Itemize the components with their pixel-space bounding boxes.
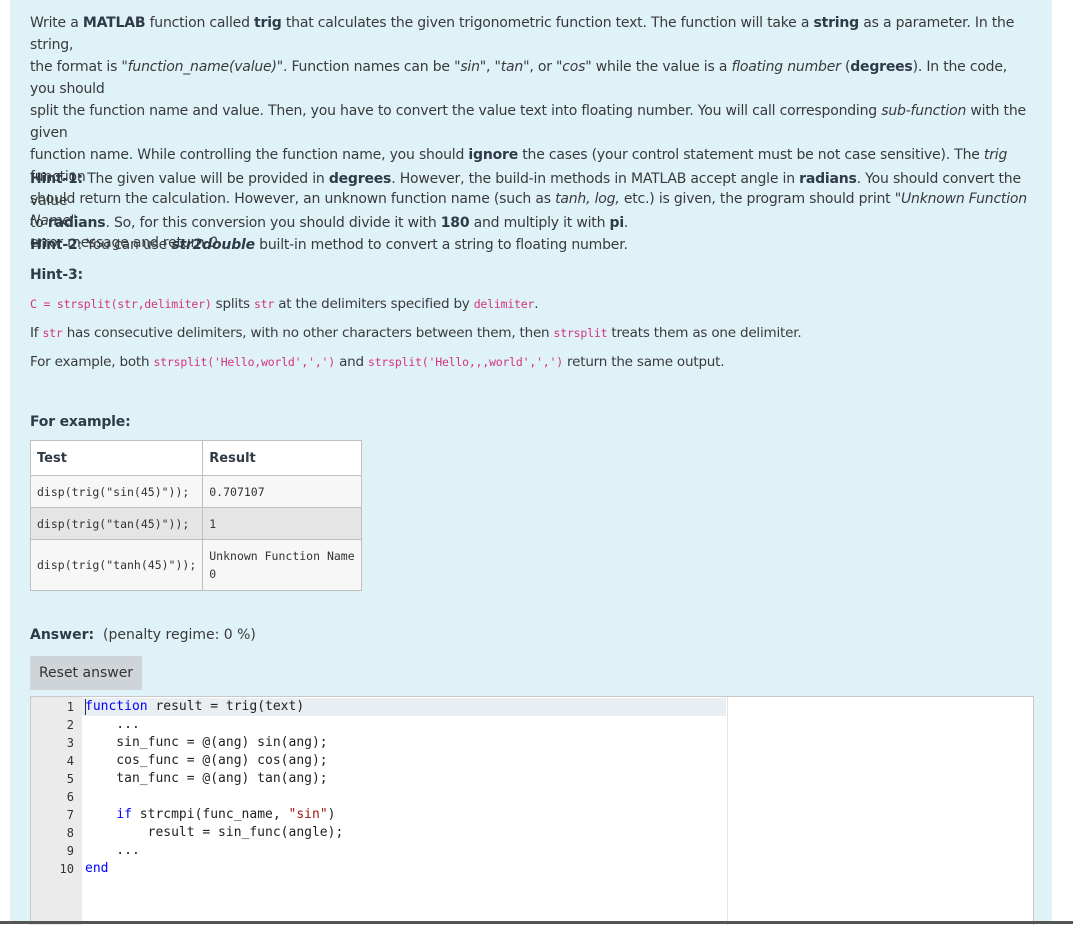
test-cell: disp(trig("sin(45)"));	[29, 475, 204, 508]
line-number: 4	[66, 754, 74, 768]
answer-label: Answer: (penalty regime: 0 %)	[30, 627, 256, 643]
keyword: function	[85, 699, 148, 714]
test-cell: disp(trig("tan(45)"));	[29, 507, 204, 540]
code-snippet: C = strsplit(str,delimiter)	[30, 297, 212, 311]
line-number: 9	[66, 844, 74, 858]
bold-text: string	[813, 15, 859, 31]
italic-text: trig	[983, 147, 1008, 163]
hint-3-line-1: C = strsplit(str,delimiter) splits str a…	[30, 296, 539, 312]
italic-text: function_name(value)	[127, 59, 277, 75]
code-editor[interactable]: 1 2 3 4 5 6 7 8 9 10 function result = trig(text)…	[30, 696, 1034, 925]
bold-text: radians	[799, 171, 857, 187]
answer-title: Answer:	[30, 627, 95, 643]
italic-text: floating number	[731, 59, 841, 75]
reset-answer-button[interactable]: Reset answer	[30, 656, 142, 690]
bold-text: pi	[609, 215, 625, 231]
code-line[interactable]: ...	[85, 716, 140, 734]
bold-text: MATLAB	[82, 15, 146, 31]
result-line: Unknown Function Name	[209, 549, 355, 563]
result-line: 0	[209, 567, 217, 581]
print-margin	[727, 697, 728, 925]
italic-text: cos	[562, 59, 586, 75]
bold-text: degrees	[850, 59, 913, 75]
table-row: disp(trig("tan(45)")); 1	[29, 507, 363, 540]
code-line[interactable]: sin_func = @(ang) sin(ang);	[85, 734, 327, 752]
code-snippet: str	[42, 326, 63, 340]
hint-label: Hint-2	[30, 237, 78, 253]
italic-text: sin	[460, 59, 480, 75]
penalty-regime: (penalty regime: 0 %)	[102, 627, 256, 643]
hint-1: Hint-1: The given value will be provided…	[30, 168, 1030, 234]
result-cell: 0.707107	[202, 475, 363, 508]
bold-text: trig	[254, 15, 282, 31]
line-number: 6	[66, 790, 74, 804]
line-number: 7	[66, 808, 74, 822]
bold-text: 180	[440, 215, 470, 231]
line-number: 8	[66, 826, 74, 840]
test-cell: disp(trig("tanh(45)"));	[29, 539, 204, 591]
table-row: disp(trig("sin(45)")); 0.707107	[29, 475, 363, 508]
code-line[interactable]: ...	[85, 842, 140, 860]
code-line[interactable]: cos_func = @(ang) cos(ang);	[85, 752, 327, 770]
example-table: Test Result disp(trig("sin(45)")); 0.707…	[29, 440, 363, 591]
hint-3-title: Hint-3:	[30, 267, 83, 283]
question-panel: Write a MATLAB function called trig that…	[10, 0, 1052, 925]
text-line: Hint-1: The given value will be provided…	[30, 171, 1021, 209]
code-snippet: strsplit('Hello,world',',')	[153, 355, 335, 369]
example-heading: For example:	[30, 414, 131, 430]
italic-text: sub-function	[881, 103, 967, 119]
line-number: 1	[66, 700, 74, 714]
italic-text: tan	[500, 59, 524, 75]
result-cell: 1	[202, 507, 363, 540]
text-line: the format is "function_name(value)". Fu…	[30, 59, 1008, 97]
table-row: disp(trig("tanh(45)")); Unknown Function…	[29, 539, 363, 591]
hint-label: Hint-1:	[30, 171, 83, 187]
text-line: Write a MATLAB function called trig that…	[30, 15, 1015, 53]
text-line: split the function name and value. Then,…	[30, 103, 1026, 141]
line-number: 10	[59, 862, 74, 876]
string-literal: "sin"	[288, 807, 328, 822]
result-cell: Unknown Function Name 0	[202, 539, 363, 591]
code-snippet: str	[253, 297, 275, 311]
code-line[interactable]: end	[85, 860, 108, 878]
code-line[interactable]: if strcmpi(func_name, "sin")	[85, 806, 335, 824]
line-number: 3	[66, 736, 74, 750]
text-cursor	[85, 699, 86, 715]
method-name: str2double	[171, 237, 255, 253]
bold-text: radians	[47, 215, 106, 231]
table-header-result: Result	[202, 440, 363, 476]
keyword: if	[116, 807, 132, 822]
bold-text: degrees	[328, 171, 392, 187]
code-line[interactable]: function result = trig(text)	[85, 698, 304, 716]
code-snippet: delimiter	[473, 297, 535, 311]
keyword: end	[85, 861, 109, 876]
code-line[interactable]: result = sin_func(angle);	[85, 824, 344, 842]
line-number: 5	[66, 772, 74, 786]
code-snippet: strsplit('Hello,,,world',',')	[367, 355, 563, 369]
hint-2: Hint-2: You can use str2double built-in …	[30, 237, 628, 253]
bold-text: ignore	[468, 147, 519, 163]
code-snippet: strsplit	[553, 326, 608, 340]
text-line: to radians. So, for this conversion you …	[30, 215, 629, 231]
code-line[interactable]: tan_func = @(ang) tan(ang);	[85, 770, 327, 788]
line-number-gutter: 1 2 3 4 5 6 7 8 9 10	[31, 697, 82, 925]
line-number: 2	[66, 718, 74, 732]
table-header-test: Test	[29, 440, 204, 476]
hint-3-line-3: For example, both strsplit('Hello,world'…	[30, 354, 725, 370]
hint-3-line-2: If str has consecutive delimiters, with …	[30, 325, 802, 341]
